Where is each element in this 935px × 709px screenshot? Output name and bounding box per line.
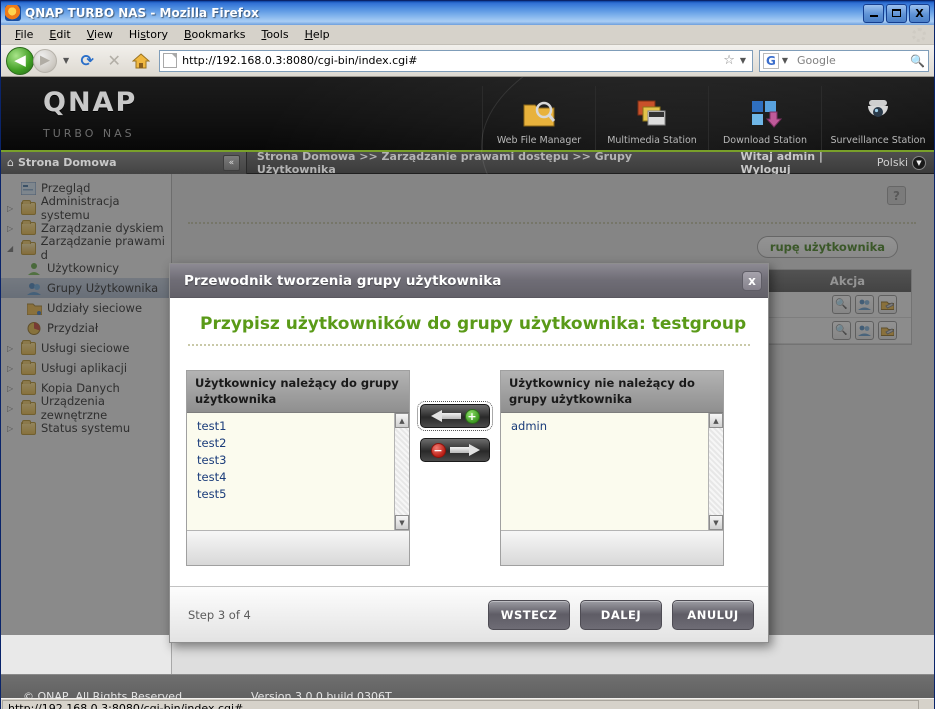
minimize-button[interactable]	[863, 3, 884, 23]
dialog-title: Przewodnik tworzenia grupy użytkownika	[184, 272, 502, 289]
list-item[interactable]: test2	[197, 435, 394, 452]
members-listbox-footer	[187, 531, 409, 565]
divider	[188, 344, 750, 346]
menu-tools[interactable]: Tools	[253, 26, 296, 43]
search-engine-dropdown-icon[interactable]: ▼	[779, 56, 791, 65]
google-logo-icon: G	[763, 52, 779, 69]
status-url: http://192.168.0.3:8080/cgi-bin/index.cg…	[2, 699, 919, 709]
create-user-group-wizard-dialog: Przewodnik tworzenia grupy użytkownika x…	[169, 263, 769, 643]
triangle-up-icon[interactable]: ▲	[709, 413, 723, 428]
resize-grip[interactable]	[920, 700, 934, 709]
url-text: http://192.168.0.3:8080/cgi-bin/index.cg…	[182, 54, 418, 67]
menu-view[interactable]: View	[79, 26, 121, 43]
dialog-footer: Step 3 of 4 WSTECZ DALEJ ANULUJ	[170, 586, 768, 642]
back-button[interactable]: WSTECZ	[488, 599, 570, 630]
home-icon: ⌂	[7, 156, 14, 169]
menubar: File Edit View History Bookmarks Tools H…	[1, 25, 934, 45]
triangle-down-icon[interactable]: ▼	[395, 515, 409, 530]
menu-edit[interactable]: Edit	[41, 26, 78, 43]
reload-icon[interactable]: ⟳	[75, 49, 99, 73]
add-to-group-button[interactable]: +	[417, 401, 493, 431]
minus-badge-icon: −	[430, 442, 446, 458]
qnap-brand: QNAP TURBO NAS	[1, 87, 137, 140]
arrow-left-icon	[430, 410, 461, 422]
page-footer: © QNAP, All Rights Reserved. Version 3.0…	[1, 674, 934, 698]
nonmembers-list-items: admin	[501, 413, 708, 530]
arrow-right-icon	[449, 444, 480, 456]
menu-history[interactable]: History	[121, 26, 176, 43]
window-titlebar: QNAP TURBO NAS - Mozilla Firefox X	[1, 1, 934, 25]
members-list-scrollbar[interactable]: ▲ ▼	[394, 413, 409, 530]
home-icon[interactable]	[129, 49, 153, 73]
list-item[interactable]: test1	[197, 418, 394, 435]
navigation-toolbar: ◀ ▶ ▼ ⟳ ✕ http://192.168.0.3:8080/cgi-bi…	[1, 45, 934, 77]
search-bar[interactable]: G ▼ Google 🔍	[759, 49, 929, 72]
list-item[interactable]: test3	[197, 452, 394, 469]
members-listbox: Użytkownicy należący do grupy użytkownik…	[186, 370, 410, 566]
url-dropdown-icon[interactable]: ▼	[737, 56, 749, 65]
nonmembers-list[interactable]: admin ▲ ▼	[501, 413, 723, 531]
firefox-window: QNAP TURBO NAS - Mozilla Firefox X File …	[0, 0, 935, 709]
window-controls: X	[863, 3, 932, 23]
scrollbar-track[interactable]	[709, 428, 723, 515]
close-button[interactable]: X	[909, 3, 930, 23]
cancel-button[interactable]: ANULUJ	[672, 599, 754, 630]
transfer-buttons: + −	[410, 370, 500, 566]
chevron-down-icon[interactable]: ▼	[60, 56, 72, 65]
triangle-down-icon[interactable]: ▼	[709, 515, 723, 530]
step-indicator: Step 3 of 4	[188, 607, 251, 622]
home-tab[interactable]: ⌂ Strona Domowa «	[1, 151, 247, 174]
list-item[interactable]: test5	[197, 486, 394, 503]
back-arrow-icon[interactable]: ◀	[6, 46, 34, 75]
plus-badge-icon: +	[464, 408, 480, 424]
qnap-header: QNAP TURBO NAS Web File Manager Multimed…	[1, 77, 934, 277]
close-x-icon[interactable]: x	[742, 270, 762, 291]
dialog-heading: Przypisz użytkowników do grupy użytkowni…	[200, 314, 747, 334]
members-listbox-header: Użytkownicy należący do grupy użytkownik…	[187, 371, 409, 413]
members-list[interactable]: test1 test2 test3 test4 test5 ▲ ▼	[187, 413, 409, 531]
star-icon[interactable]: ☆	[721, 53, 737, 68]
page-favicon-icon	[163, 53, 178, 68]
throbber-icon	[912, 28, 926, 42]
qnap-logo: QNAP	[43, 87, 138, 118]
menu-bookmarks[interactable]: Bookmarks	[176, 26, 253, 43]
menu-file[interactable]: File	[7, 26, 41, 43]
maximize-button[interactable]	[886, 3, 907, 23]
members-list-items: test1 test2 test3 test4 test5	[187, 413, 394, 530]
browser-statusbar: http://192.168.0.3:8080/cgi-bin/index.cg…	[1, 698, 934, 709]
triangle-up-icon[interactable]: ▲	[395, 413, 409, 428]
double-chevron-left-icon[interactable]: «	[222, 154, 240, 171]
nonmembers-listbox-footer	[501, 531, 723, 565]
magnifier-icon[interactable]: 🔍	[910, 54, 925, 68]
home-tab-label: Strona Domowa	[17, 156, 117, 169]
search-input[interactable]: Google	[791, 54, 910, 67]
window-title: QNAP TURBO NAS - Mozilla Firefox	[25, 6, 259, 20]
list-item[interactable]: admin	[511, 418, 708, 435]
version-text: Version 3.0.0 build 0306T	[251, 689, 392, 699]
nonmembers-list-scrollbar[interactable]: ▲ ▼	[708, 413, 723, 530]
forward-arrow-icon: ▶	[33, 48, 57, 73]
user-transfer-widget: Użytkownicy należący do grupy użytkownik…	[186, 370, 752, 566]
nonmembers-listbox-header: Użytkownicy nie należący do grupy użytko…	[501, 371, 723, 413]
next-button[interactable]: DALEJ	[580, 599, 662, 630]
url-bar[interactable]: http://192.168.0.3:8080/cgi-bin/index.cg…	[159, 49, 753, 72]
dialog-body: Przypisz użytkowników do grupy użytkowni…	[170, 298, 768, 586]
qnap-subtitle: TURBO NAS	[43, 127, 135, 140]
copyright-text: © QNAP, All Rights Reserved.	[23, 689, 186, 699]
dialog-titlebar: Przewodnik tworzenia grupy użytkownika x	[170, 264, 768, 298]
firefox-icon	[5, 5, 21, 21]
remove-from-group-button[interactable]: −	[420, 438, 490, 462]
stop-icon: ✕	[107, 50, 121, 70]
page-viewport: QNAP TURBO NAS Web File Manager Multimed…	[1, 77, 934, 698]
nonmembers-listbox: Użytkownicy nie należący do grupy użytko…	[500, 370, 724, 566]
menu-help[interactable]: Help	[297, 26, 338, 43]
list-item[interactable]: test4	[197, 469, 394, 486]
scrollbar-track[interactable]	[395, 428, 409, 515]
